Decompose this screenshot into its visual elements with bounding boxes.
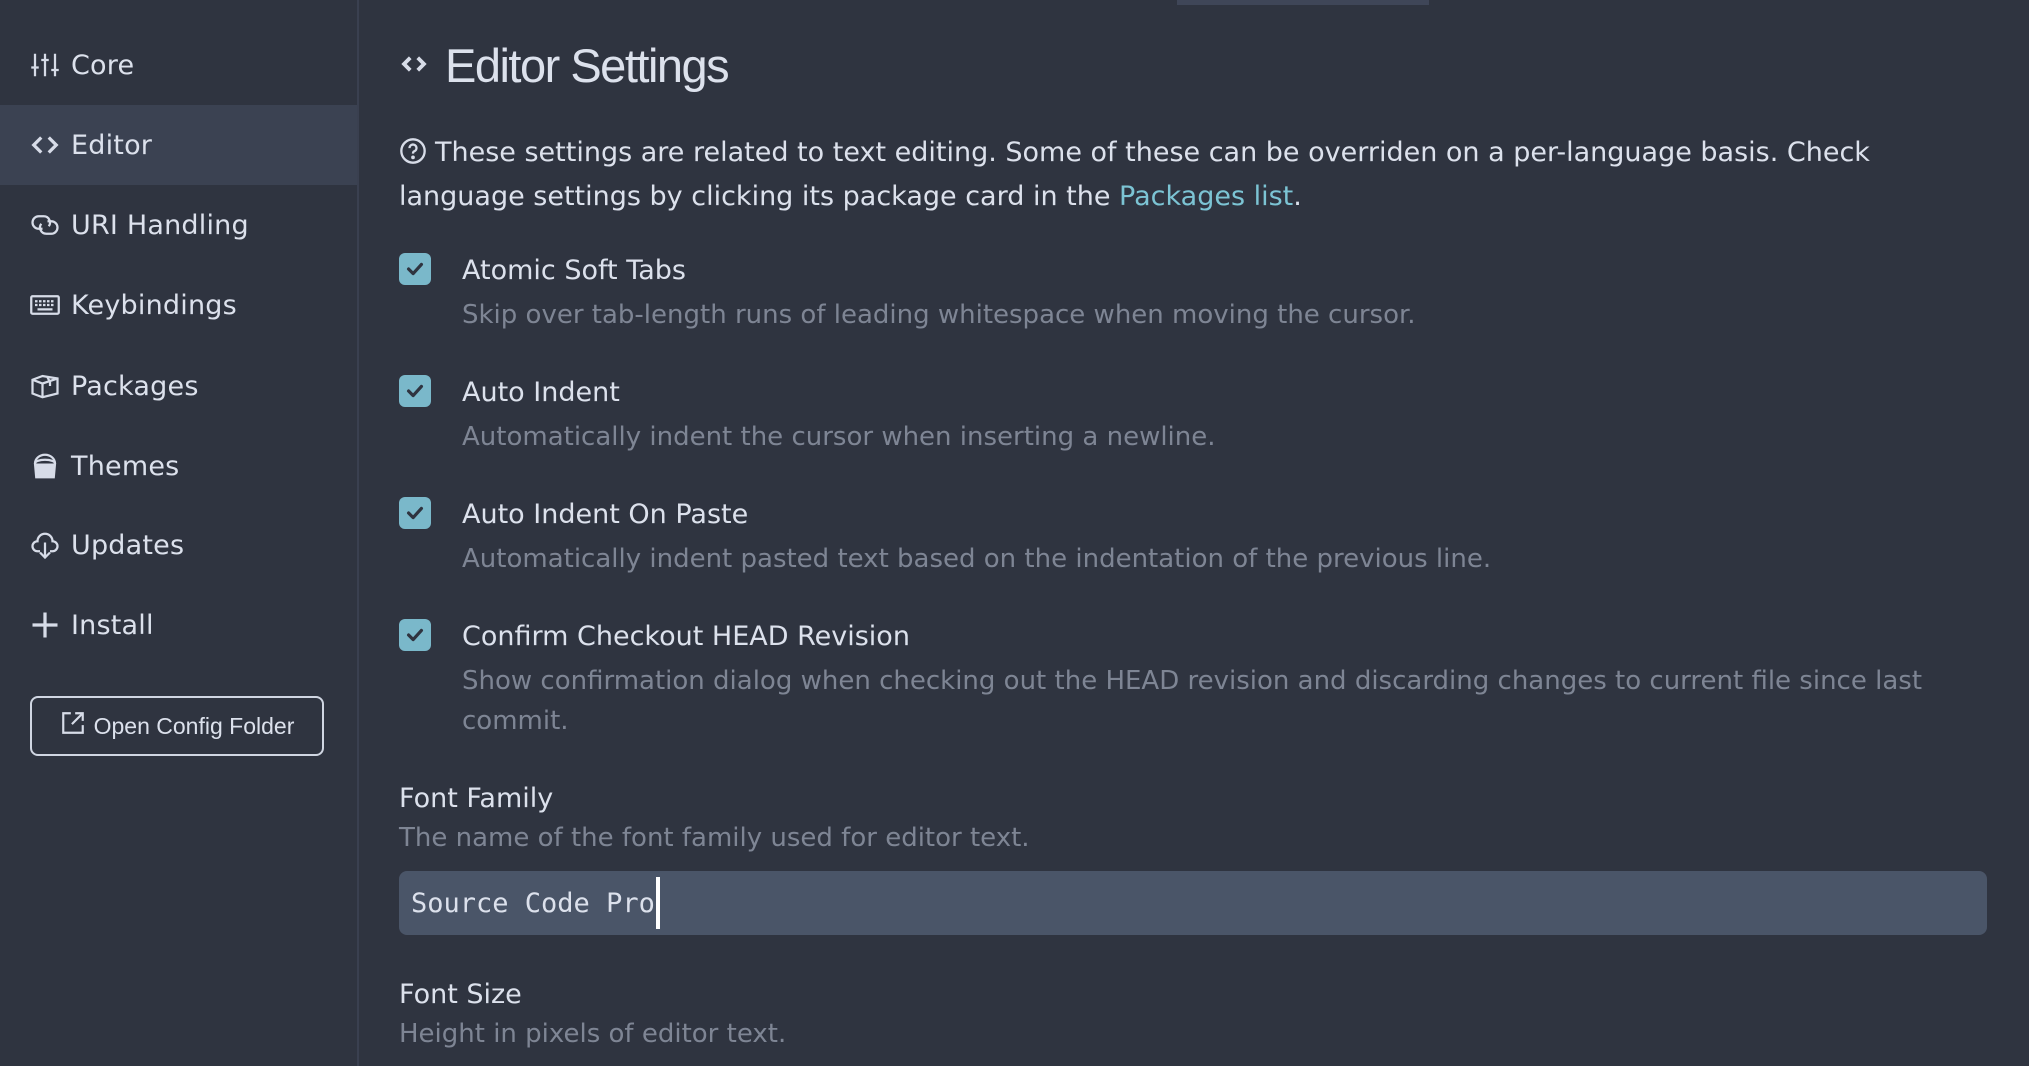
sidebar-item-themes[interactable]: Themes: [0, 426, 357, 506]
setting-label[interactable]: Atomic Soft Tabs: [462, 255, 686, 286]
auto-indent-checkbox[interactable]: [399, 375, 431, 407]
code-icon: [29, 129, 61, 161]
packages-list-link[interactable]: Packages list: [1119, 181, 1293, 212]
horizontal-scrollbar-thumb[interactable]: [1177, 0, 1429, 5]
sidebar-item-editor[interactable]: Editor: [0, 105, 357, 185]
keyboard-icon: [29, 289, 61, 321]
package-icon: [29, 370, 61, 402]
question-icon: [399, 137, 427, 177]
sidebar-item-label: Updates: [71, 529, 185, 561]
font-family-input[interactable]: Source Code Pro: [399, 871, 1987, 935]
sidebar-item-updates[interactable]: Updates: [0, 505, 357, 585]
plus-icon: [29, 609, 61, 641]
sidebar-item-label: Core: [71, 49, 135, 81]
section-description: These settings are related to text editi…: [399, 133, 1999, 217]
sidebar-item-core[interactable]: Core: [0, 25, 357, 105]
cloud-download-icon: [29, 529, 61, 561]
link-icon: [29, 209, 61, 241]
code-icon: [399, 49, 429, 83]
font-family-description: The name of the font family used for edi…: [399, 823, 1030, 853]
checkmark-icon: [406, 262, 424, 276]
checkmark-icon: [406, 506, 424, 520]
sidebar-item-label: URI Handling: [71, 209, 249, 241]
page-title: Editor Settings: [445, 39, 730, 92]
font-family-label: Font Family: [399, 783, 554, 814]
sidebar-item-label: Keybindings: [71, 289, 237, 321]
setting-label[interactable]: Auto Indent On Paste: [462, 499, 748, 530]
open-config-folder-button[interactable]: Open Config Folder: [30, 696, 324, 756]
sidebar-item-label: Install: [71, 609, 154, 641]
sidebar-item-label: Editor: [71, 129, 153, 161]
paintcan-icon: [29, 450, 61, 482]
font-size-description: Height in pixels of editor text.: [399, 1019, 787, 1049]
setting-description: Show confirmation dialog when checking o…: [462, 666, 1923, 736]
setting-label[interactable]: Confirm Checkout HEAD Revision: [462, 621, 910, 652]
sidebar-item-install[interactable]: Install: [0, 585, 357, 665]
text-caret: [655, 877, 660, 929]
font-family-value: Source Code Pro: [411, 887, 655, 919]
sidebar-item-keybindings[interactable]: Keybindings: [0, 265, 357, 345]
sidebar-item-packages[interactable]: Packages: [0, 346, 357, 426]
sidebar-item-label: Packages: [71, 370, 199, 402]
setting-description: Automatically indent pasted text based o…: [462, 544, 1492, 574]
settings-sidebar: Core Editor URI Handling Keybindings Pac…: [0, 0, 359, 1066]
section-header: Editor Settings: [399, 38, 730, 93]
checkmark-icon: [406, 384, 424, 398]
open-config-folder-label: Open Config Folder: [93, 712, 295, 739]
sidebar-item-label: Themes: [71, 450, 180, 482]
external-link-icon: [60, 710, 86, 742]
atomic-soft-tabs-checkbox[interactable]: [399, 253, 431, 285]
checkmark-icon: [406, 628, 424, 642]
confirm-checkout-head-revision-checkbox[interactable]: [399, 619, 431, 651]
intro-end: .: [1293, 181, 1302, 212]
setting-description: Automatically indent the cursor when ins…: [462, 422, 1216, 452]
font-size-label: Font Size: [399, 979, 522, 1010]
setting-label[interactable]: Auto Indent: [462, 377, 620, 408]
auto-indent-on-paste-checkbox[interactable]: [399, 497, 431, 529]
setting-description: Skip over tab-length runs of leading whi…: [462, 300, 1416, 330]
sidebar-item-uri-handling[interactable]: URI Handling: [0, 185, 357, 265]
sliders-icon: [29, 49, 61, 81]
